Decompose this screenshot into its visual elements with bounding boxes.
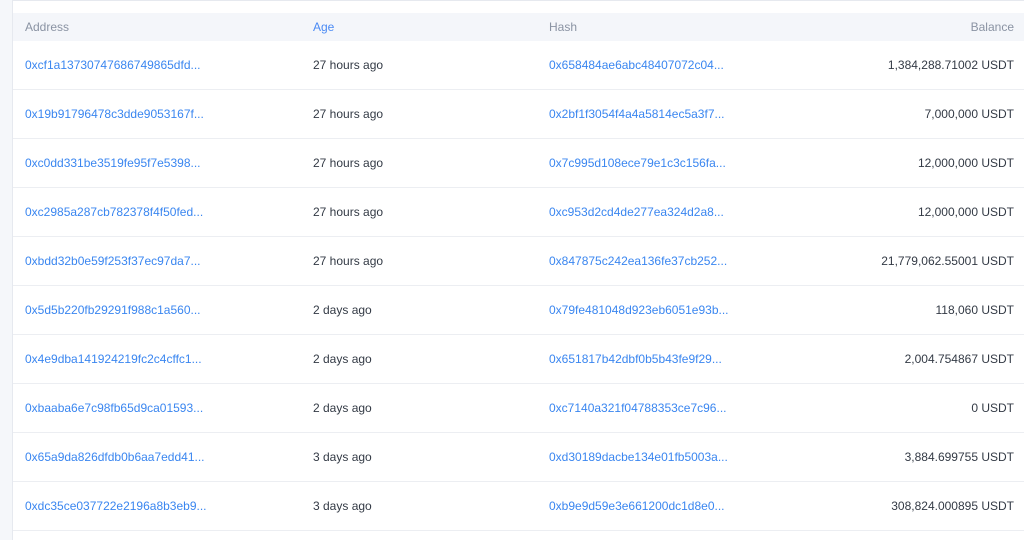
age-cell: 3 days ago [313, 499, 372, 513]
age-cell: 27 hours ago [313, 156, 384, 170]
table-row: 0x19b91796478c3dde9053167f... 27 hours a… [13, 90, 1024, 139]
table-row: 0xcf1a13730747686749865dfd... 27 hours a… [13, 41, 1024, 90]
table-row: 0x4e9dba141924219fc2c4cffc1... 2 days ag… [13, 335, 1024, 384]
age-cell: 3 days ago [313, 450, 372, 464]
hash-link[interactable]: 0x7c995d108ece79e1c3c156fa... [549, 139, 726, 187]
table-header: Address Age Hash Balance [13, 13, 1024, 41]
balance-cell: 3,884.699755 USDT [904, 450, 1014, 464]
table-row: 0xdc35ce037722e2196a8b3eb9... 3 days ago… [13, 482, 1024, 531]
table-body: 0xcf1a13730747686749865dfd... 27 hours a… [13, 41, 1024, 531]
address-link[interactable]: 0x5d5b220fb29291f988c1a560... [25, 286, 201, 334]
table-row: 0xbaaba6e7c98fb65d9ca01593... 2 days ago… [13, 384, 1024, 433]
address-link[interactable]: 0x65a9da826dfdb0b6aa7edd41... [25, 433, 205, 481]
hash-link[interactable]: 0x651817b42dbf0b5b43fe9f29... [549, 335, 722, 383]
hash-link[interactable]: 0xc7140a321f04788353ce7c96... [549, 384, 727, 432]
hash-link[interactable]: 0x2bf1f3054f4a4a5814ec5a3f7... [549, 90, 725, 138]
age-cell: 27 hours ago [313, 107, 384, 121]
address-link[interactable]: 0x4e9dba141924219fc2c4cffc1... [25, 335, 202, 383]
balance-cell: 118,060 USDT [935, 303, 1015, 317]
balance-cell: 308,824.000895 USDT [891, 499, 1014, 513]
address-link[interactable]: 0xbaaba6e7c98fb65d9ca01593... [25, 384, 203, 432]
age-cell: 27 hours ago [313, 205, 384, 219]
column-header-address[interactable]: Address [25, 13, 69, 41]
column-header-age[interactable]: Age [313, 13, 334, 41]
balance-cell: 0 USDT [971, 401, 1014, 415]
table-row: 0xc0dd331be3519fe95f7e5398... 27 hours a… [13, 139, 1024, 188]
address-link[interactable]: 0xcf1a13730747686749865dfd... [25, 41, 201, 89]
hash-link[interactable]: 0x847875c242ea136fe37cb252... [549, 237, 727, 285]
age-cell: 2 days ago [313, 303, 372, 317]
column-header-balance[interactable]: Balance [971, 13, 1014, 41]
age-cell: 2 days ago [313, 401, 372, 415]
address-link[interactable]: 0xdc35ce037722e2196a8b3eb9... [25, 482, 207, 530]
table-row: 0xbdd32b0e59f253f37ec97da7... 27 hours a… [13, 237, 1024, 286]
hash-link[interactable]: 0xd30189dacbe134e01fb5003a... [549, 433, 728, 481]
age-cell: 27 hours ago [313, 254, 384, 268]
balance-cell: 12,000,000 USDT [917, 205, 1014, 219]
transactions-panel: Address Age Hash Balance 0xcf1a137307476… [12, 0, 1024, 540]
address-link[interactable]: 0xc2985a287cb782378f4f50fed... [25, 188, 203, 236]
hash-link[interactable]: 0x658484ae6abc48407072c04... [549, 41, 724, 89]
balance-cell: 12,000,000 USDT [917, 156, 1014, 170]
age-cell: 2 days ago [313, 352, 372, 366]
table-row: 0xc2985a287cb782378f4f50fed... 27 hours … [13, 188, 1024, 237]
hash-link[interactable]: 0xc953d2cd4de277ea324d2a8... [549, 188, 724, 236]
balance-cell: 1,384,288.71002 USDT [887, 58, 1014, 72]
column-header-hash[interactable]: Hash [549, 13, 577, 41]
balance-cell: 7,000,000 USDT [924, 107, 1014, 121]
balance-cell: 2,004.754867 USDT [904, 352, 1014, 366]
table-row: 0x5d5b220fb29291f988c1a560... 2 days ago… [13, 286, 1024, 335]
address-link[interactable]: 0xc0dd331be3519fe95f7e5398... [25, 139, 201, 187]
address-link[interactable]: 0x19b91796478c3dde9053167f... [25, 90, 204, 138]
age-cell: 27 hours ago [313, 58, 384, 72]
balance-cell: 21,779,062.55001 USDT [881, 254, 1014, 268]
hash-link[interactable]: 0x79fe481048d923eb6051e93b... [549, 286, 729, 334]
table-row: 0x65a9da826dfdb0b6aa7edd41... 3 days ago… [13, 433, 1024, 482]
address-link[interactable]: 0xbdd32b0e59f253f37ec97da7... [25, 237, 201, 285]
hash-link[interactable]: 0xb9e9d59e3e661200dc1d8e0... [549, 482, 725, 530]
